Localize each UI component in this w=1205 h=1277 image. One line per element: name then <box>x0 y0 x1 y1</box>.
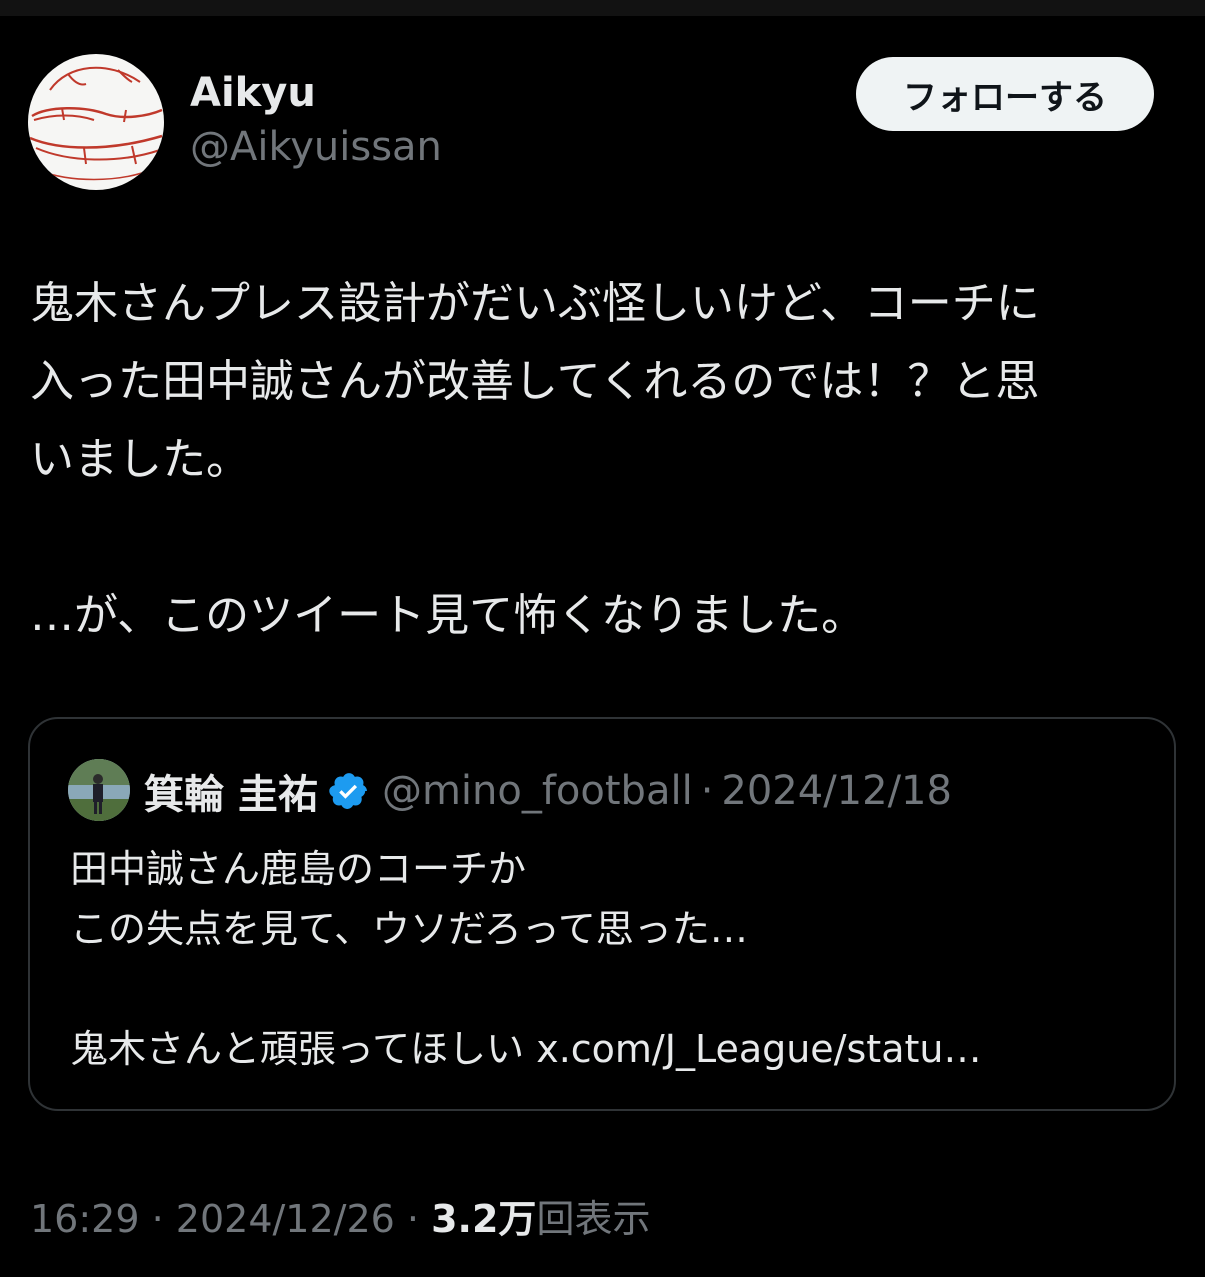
tweet-line: 入った田中誠さんが改善してくれるのでは！？と思 <box>30 356 1040 407</box>
verified-badge-icon[interactable] <box>328 770 370 812</box>
quote-link[interactable]: x.com/J_League/statu… <box>536 1027 981 1071</box>
quote-line: 鬼木さんと頑張ってほしい x.com/J_League/statu… <box>70 1019 981 1079</box>
views-label: 回表示 <box>536 1197 651 1241</box>
tweet-line: 鬼木さんプレス設計がだいぶ怪しいけど、コーチに <box>30 278 1040 329</box>
tweet-line-break <box>30 499 1180 577</box>
tweet-meta: 16:29 · 2024/12/26 · 3.2万回表示 <box>30 1188 650 1243</box>
quote-separator: · <box>700 768 714 814</box>
quote-line-text: 鬼木さんと頑張ってほしい <box>70 1027 525 1071</box>
quote-line-break <box>70 959 981 1019</box>
tweet-date[interactable]: 2024/12/26 <box>176 1197 395 1241</box>
meta-separator: · <box>151 1197 164 1241</box>
follow-button[interactable]: フォローする <box>856 57 1154 131</box>
quote-line: 田中誠さん鹿島のコーチか <box>70 847 527 891</box>
quote-line: この失点を見て、ウソだろって思った… <box>70 907 748 951</box>
quote-avatar[interactable] <box>68 759 130 821</box>
hand-drawn-face-avatar-icon <box>29 66 163 181</box>
author-handle[interactable]: @Aikyuissan <box>190 124 442 170</box>
quote-author-handle[interactable]: @mino_football <box>382 768 693 814</box>
quoted-tweet-card[interactable]: 箕輪 圭祐 @mino_football · 2024/12/18 田中誠さん鹿… <box>28 717 1176 1111</box>
tweet-time[interactable]: 16:29 <box>30 1197 140 1241</box>
top-strip <box>0 0 1205 16</box>
quote-header: 箕輪 圭祐 @mino_football · 2024/12/18 <box>144 763 952 819</box>
tweet-line: …が、このツイート見て怖くなりました。 <box>30 590 866 641</box>
photo-avatar-icon <box>68 759 130 821</box>
tweet-text: 鬼木さんプレス設計がだいぶ怪しいけど、コーチに 入った田中誠さんが改善してくれる… <box>30 265 1180 655</box>
views-count: 3.2万 <box>431 1197 537 1241</box>
quote-date[interactable]: 2024/12/18 <box>721 768 952 814</box>
quote-text: 田中誠さん鹿島のコーチか この失点を見て、ウソだろって思った… 鬼木さんと頑張っ… <box>70 839 981 1079</box>
quote-author-name[interactable]: 箕輪 圭祐 <box>144 762 318 820</box>
meta-separator: · <box>406 1197 420 1241</box>
tweet-line: いました。 <box>30 434 250 485</box>
author-name[interactable]: Aikyu <box>190 70 316 116</box>
author-avatar[interactable] <box>28 54 164 190</box>
